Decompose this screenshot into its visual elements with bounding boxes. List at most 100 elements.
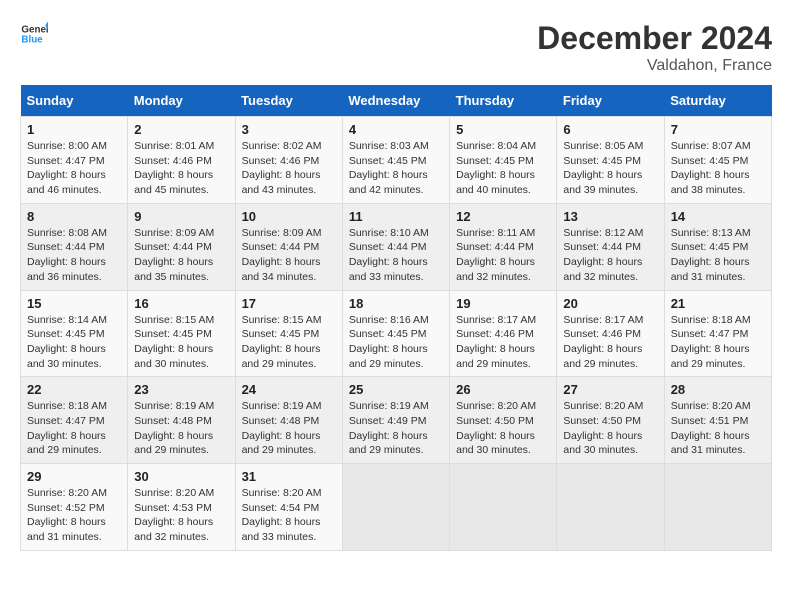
table-row: 2 Sunrise: 8:01 AMSunset: 4:46 PMDaylight…	[128, 117, 235, 204]
col-sunday: Sunday	[21, 85, 128, 117]
day-info: Sunrise: 8:09 AMSunset: 4:44 PMDaylight:…	[242, 226, 336, 285]
month-title: December 2024	[537, 20, 772, 57]
day-info: Sunrise: 8:03 AMSunset: 4:45 PMDaylight:…	[349, 139, 443, 198]
table-row: 1Sunrise: 8:00 AMSunset: 4:47 PMDaylight…	[21, 117, 128, 204]
table-row: 13 Sunrise: 8:12 AMSunset: 4:44 PMDayligh…	[557, 203, 664, 290]
day-info: Sunrise: 8:17 AMSunset: 4:46 PMDaylight:…	[563, 313, 657, 372]
day-number: 29	[27, 469, 121, 484]
day-info: Sunrise: 8:05 AMSunset: 4:45 PMDaylight:…	[563, 139, 657, 198]
day-info: Sunrise: 8:13 AMSunset: 4:45 PMDaylight:…	[671, 226, 765, 285]
table-row: 27 Sunrise: 8:20 AMSunset: 4:50 PMDayligh…	[557, 377, 664, 464]
table-row: 21Sunrise: 8:18 AMSunset: 4:47 PMDayligh…	[664, 290, 771, 377]
day-info: Sunrise: 8:20 AMSunset: 4:54 PMDaylight:…	[242, 486, 336, 545]
page-header: General Blue December 2024 Valdahon, Fra…	[20, 20, 772, 75]
col-saturday: Saturday	[664, 85, 771, 117]
day-number: 20	[563, 296, 657, 311]
table-row: 30Sunrise: 8:20 AMSunset: 4:53 PMDayligh…	[128, 464, 235, 551]
day-info: Sunrise: 8:20 AMSunset: 4:53 PMDaylight:…	[134, 486, 228, 545]
table-row: 31 Sunrise: 8:20 AMSunset: 4:54 PMDayligh…	[235, 464, 342, 551]
day-info: Sunrise: 8:19 AMSunset: 4:48 PMDaylight:…	[242, 399, 336, 458]
day-number: 14	[671, 209, 765, 224]
table-row: 5 Sunrise: 8:04 AMSunset: 4:45 PMDaylight…	[450, 117, 557, 204]
calendar-week-4: 22 Sunrise: 8:18 AMSunset: 4:47 PMDayligh…	[21, 377, 772, 464]
day-info: Sunrise: 8:10 AMSunset: 4:44 PMDaylight:…	[349, 226, 443, 285]
table-row: 12Sunrise: 8:11 AMSunset: 4:44 PMDayligh…	[450, 203, 557, 290]
day-info: Sunrise: 8:18 AMSunset: 4:47 PMDaylight:…	[27, 399, 121, 458]
table-row: 9 Sunrise: 8:09 AMSunset: 4:44 PMDaylight…	[128, 203, 235, 290]
day-info: Sunrise: 8:15 AMSunset: 4:45 PMDaylight:…	[134, 313, 228, 372]
table-row: 10 Sunrise: 8:09 AMSunset: 4:44 PMDayligh…	[235, 203, 342, 290]
table-row: 25 Sunrise: 8:19 AMSunset: 4:49 PMDayligh…	[342, 377, 449, 464]
table-row: 8 Sunrise: 8:08 AMSunset: 4:44 PMDaylight…	[21, 203, 128, 290]
day-number: 3	[242, 122, 336, 137]
day-info: Sunrise: 8:04 AMSunset: 4:45 PMDaylight:…	[456, 139, 550, 198]
day-info: Sunrise: 8:02 AMSunset: 4:46 PMDaylight:…	[242, 139, 336, 198]
table-row: 6Sunrise: 8:05 AMSunset: 4:45 PMDaylight…	[557, 117, 664, 204]
table-row: 26Sunrise: 8:20 AMSunset: 4:50 PMDayligh…	[450, 377, 557, 464]
table-row: 7 Sunrise: 8:07 AMSunset: 4:45 PMDaylight…	[664, 117, 771, 204]
table-row: 20 Sunrise: 8:17 AMSunset: 4:46 PMDayligh…	[557, 290, 664, 377]
day-info: Sunrise: 8:16 AMSunset: 4:45 PMDaylight:…	[349, 313, 443, 372]
day-info: Sunrise: 8:09 AMSunset: 4:44 PMDaylight:…	[134, 226, 228, 285]
calendar-week-5: 29 Sunrise: 8:20 AMSunset: 4:52 PMDayligh…	[21, 464, 772, 551]
table-row: 4 Sunrise: 8:03 AMSunset: 4:45 PMDaylight…	[342, 117, 449, 204]
table-row: 28 Sunrise: 8:20 AMSunset: 4:51 PMDayligh…	[664, 377, 771, 464]
day-info: Sunrise: 8:18 AMSunset: 4:47 PMDaylight:…	[671, 313, 765, 372]
table-row: 29 Sunrise: 8:20 AMSunset: 4:52 PMDayligh…	[21, 464, 128, 551]
day-number: 25	[349, 382, 443, 397]
day-info: Sunrise: 8:17 AMSunset: 4:46 PMDaylight:…	[456, 313, 550, 372]
day-number: 7	[671, 122, 765, 137]
day-number: 11	[349, 209, 443, 224]
calendar-week-3: 15 Sunrise: 8:14 AMSunset: 4:45 PMDayligh…	[21, 290, 772, 377]
day-number: 15	[27, 296, 121, 311]
table-row	[342, 464, 449, 551]
calendar-header-row: Sunday Monday Tuesday Wednesday Thursday…	[21, 85, 772, 117]
col-wednesday: Wednesday	[342, 85, 449, 117]
day-number: 22	[27, 382, 121, 397]
col-tuesday: Tuesday	[235, 85, 342, 117]
day-number: 31	[242, 469, 336, 484]
day-number: 16	[134, 296, 228, 311]
day-info: Sunrise: 8:01 AMSunset: 4:46 PMDaylight:…	[134, 139, 228, 198]
calendar-week-2: 8 Sunrise: 8:08 AMSunset: 4:44 PMDaylight…	[21, 203, 772, 290]
day-info: Sunrise: 8:20 AMSunset: 4:50 PMDaylight:…	[563, 399, 657, 458]
table-row: 23Sunrise: 8:19 AMSunset: 4:48 PMDayligh…	[128, 377, 235, 464]
day-info: Sunrise: 8:20 AMSunset: 4:52 PMDaylight:…	[27, 486, 121, 545]
day-number: 8	[27, 209, 121, 224]
day-number: 28	[671, 382, 765, 397]
day-number: 18	[349, 296, 443, 311]
col-friday: Friday	[557, 85, 664, 117]
calendar-table: Sunday Monday Tuesday Wednesday Thursday…	[20, 85, 772, 551]
day-number: 13	[563, 209, 657, 224]
day-number: 9	[134, 209, 228, 224]
table-row: 14 Sunrise: 8:13 AMSunset: 4:45 PMDayligh…	[664, 203, 771, 290]
day-number: 27	[563, 382, 657, 397]
calendar-week-1: 1Sunrise: 8:00 AMSunset: 4:47 PMDaylight…	[21, 117, 772, 204]
day-number: 17	[242, 296, 336, 311]
day-number: 23	[134, 382, 228, 397]
day-info: Sunrise: 8:12 AMSunset: 4:44 PMDaylight:…	[563, 226, 657, 285]
col-monday: Monday	[128, 85, 235, 117]
day-number: 19	[456, 296, 550, 311]
table-row: 19 Sunrise: 8:17 AMSunset: 4:46 PMDayligh…	[450, 290, 557, 377]
table-row: 15 Sunrise: 8:14 AMSunset: 4:45 PMDayligh…	[21, 290, 128, 377]
table-row: 16 Sunrise: 8:15 AMSunset: 4:45 PMDayligh…	[128, 290, 235, 377]
day-info: Sunrise: 8:07 AMSunset: 4:45 PMDaylight:…	[671, 139, 765, 198]
logo-icon: General Blue	[20, 20, 48, 48]
day-info: Sunrise: 8:14 AMSunset: 4:45 PMDaylight:…	[27, 313, 121, 372]
day-info: Sunrise: 8:19 AMSunset: 4:49 PMDaylight:…	[349, 399, 443, 458]
table-row: 22 Sunrise: 8:18 AMSunset: 4:47 PMDayligh…	[21, 377, 128, 464]
table-row: 18 Sunrise: 8:16 AMSunset: 4:45 PMDayligh…	[342, 290, 449, 377]
table-row: 24Sunrise: 8:19 AMSunset: 4:48 PMDayligh…	[235, 377, 342, 464]
title-section: December 2024 Valdahon, France	[537, 20, 772, 75]
table-row	[450, 464, 557, 551]
day-number: 2	[134, 122, 228, 137]
table-row: 17Sunrise: 8:15 AMSunset: 4:45 PMDayligh…	[235, 290, 342, 377]
day-info: Sunrise: 8:20 AMSunset: 4:51 PMDaylight:…	[671, 399, 765, 458]
day-number: 5	[456, 122, 550, 137]
day-number: 12	[456, 209, 550, 224]
table-row: 3 Sunrise: 8:02 AMSunset: 4:46 PMDaylight…	[235, 117, 342, 204]
day-number: 4	[349, 122, 443, 137]
day-number: 10	[242, 209, 336, 224]
day-info: Sunrise: 8:08 AMSunset: 4:44 PMDaylight:…	[27, 226, 121, 285]
